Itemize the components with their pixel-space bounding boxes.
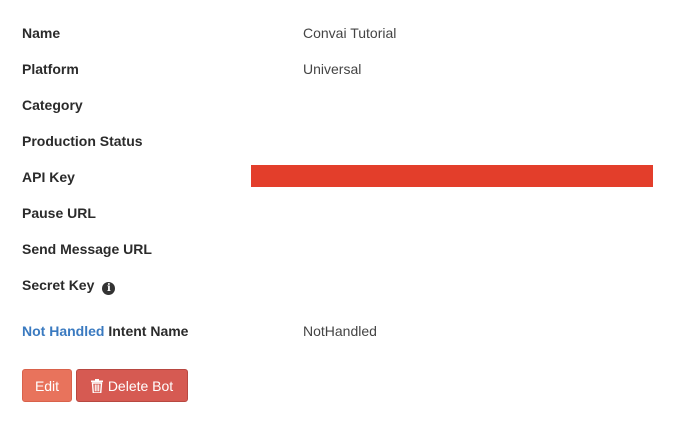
field-row-pause-url: Pause URL (22, 202, 682, 224)
field-label-intent-name: Not Handled Intent Name (22, 320, 188, 342)
edit-button-label: Edit (34, 377, 60, 394)
field-value-intent-name: NotHandled (303, 323, 377, 339)
field-label-platform: Platform (22, 61, 79, 77)
edit-button[interactable]: Edit (22, 369, 72, 402)
field-row-production-status: Production Status (22, 130, 682, 152)
field-row-intent-name: Not Handled Intent Name NotHandled (22, 320, 682, 342)
field-label-send-message-url: Send Message URL (22, 241, 152, 257)
field-value-name: Convai Tutorial (303, 25, 397, 41)
field-row-name: Name Convai Tutorial (22, 22, 682, 44)
trash-icon (90, 378, 103, 393)
field-value-platform: Universal (303, 61, 362, 77)
api-key-redaction (251, 165, 653, 187)
info-icon[interactable]: i (102, 282, 116, 295)
field-label-pause-url: Pause URL (22, 205, 96, 221)
field-row-send-message-url: Send Message URL (22, 238, 682, 260)
field-label-category: Category (22, 97, 83, 113)
field-row-category: Category (22, 94, 682, 116)
not-handled-link[interactable]: Not Handled (22, 323, 104, 339)
field-label-api-key: API Key (22, 169, 75, 185)
field-row-platform: Platform Universal (22, 58, 682, 80)
intent-label-suffix: Intent Name (104, 323, 189, 339)
field-label-name: Name (22, 25, 61, 41)
field-label-secret-key: Secret Key i (22, 274, 116, 296)
secret-key-label-text: Secret Key (22, 277, 95, 293)
delete-bot-button-label: Delete Bot (107, 377, 174, 394)
field-label-production-status: Production Status (22, 133, 143, 149)
delete-bot-button[interactable]: Delete Bot (76, 369, 188, 402)
field-row-secret-key: Secret Key i (22, 274, 682, 296)
